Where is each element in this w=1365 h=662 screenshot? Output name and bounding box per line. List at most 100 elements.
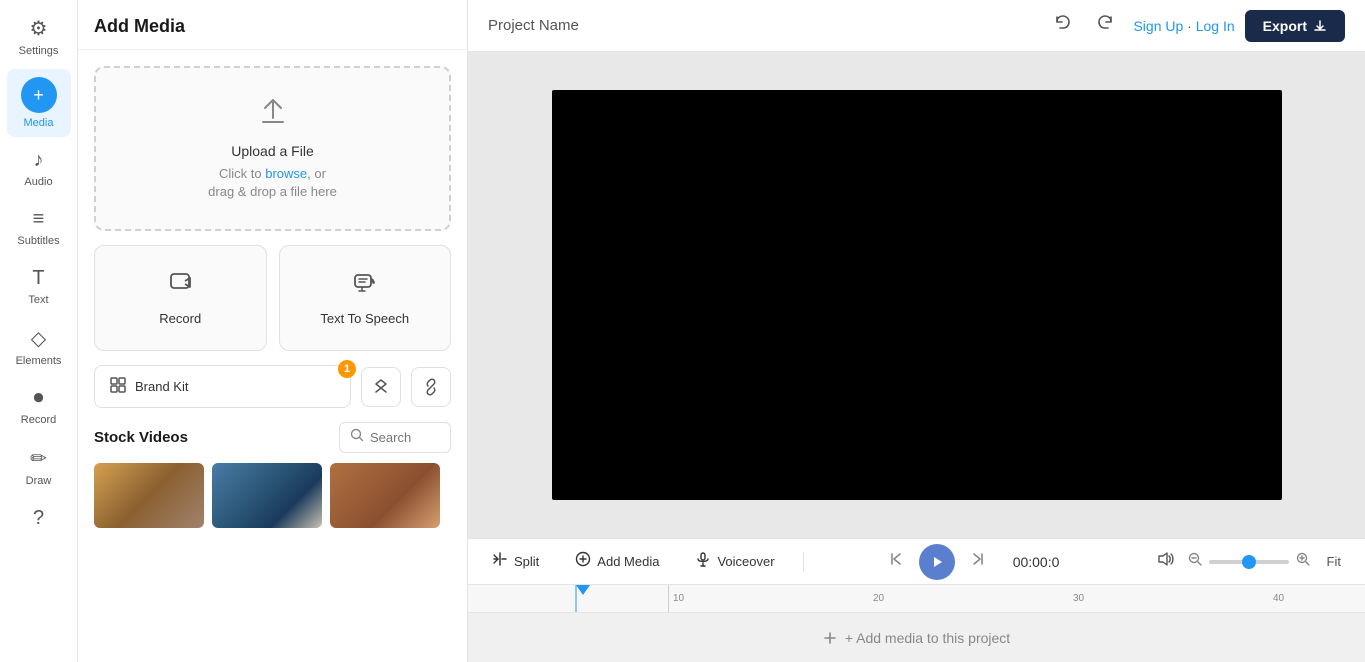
sidebar-item-text[interactable]: T Text — [7, 259, 71, 314]
voiceover-icon — [695, 551, 711, 572]
export-label: Export — [1263, 18, 1307, 34]
timeline-divider — [803, 552, 804, 572]
gear-icon: ⚙ — [30, 16, 48, 41]
project-name[interactable]: Project Name — [488, 17, 579, 34]
add-media-strip[interactable]: + Add media to this project — [468, 612, 1365, 662]
zoom-slider-wrap — [1187, 551, 1311, 572]
ruler-mark-30: 30 — [1073, 593, 1084, 604]
stock-videos-header: Stock Videos — [94, 422, 451, 453]
extras-row: Brand Kit 1 — [94, 365, 451, 408]
search-icon — [350, 428, 364, 447]
playback-controls: 00:00:0 — [883, 544, 1071, 580]
add-media-strip-label: + Add media to this project — [845, 630, 1010, 646]
help-icon: ? — [33, 507, 44, 530]
draw-icon: ✏ — [30, 446, 47, 471]
sidebar-item-settings[interactable]: ⚙ Settings — [7, 8, 71, 65]
top-bar-right: Sign Up · Log In Export — [1045, 9, 1345, 42]
sidebar-item-label: Record — [21, 414, 56, 426]
sidebar-item-label: Media — [24, 117, 54, 129]
split-button[interactable]: Split — [484, 547, 547, 576]
panel-content: Upload a File Click to browse, ordrag & … — [78, 50, 467, 662]
subtitles-icon: ≡ — [33, 208, 45, 231]
brand-kit-label: Brand Kit — [135, 379, 188, 394]
skip-back-button[interactable] — [883, 546, 909, 577]
add-media-panel: Add Media Upload a File Click to browse,… — [78, 0, 468, 662]
sidebar-item-media[interactable]: + Media — [7, 69, 71, 137]
ruler-mark-40: 40 — [1273, 593, 1284, 604]
add-media-label: Add Media — [597, 554, 659, 569]
zoom-in-icon[interactable] — [1295, 551, 1311, 572]
upload-icon — [112, 96, 433, 135]
plus-icon: + — [33, 85, 44, 106]
upload-title: Upload a File — [112, 143, 433, 159]
export-button[interactable]: Export — [1245, 10, 1345, 42]
add-media-button[interactable]: Add Media — [567, 547, 667, 576]
stock-videos-section: Stock Videos — [94, 422, 451, 528]
brand-kit-button[interactable]: Brand Kit 1 — [94, 365, 351, 408]
ruler-mark-20: 20 — [873, 593, 884, 604]
auth-links: Sign Up · Log In — [1133, 18, 1234, 34]
ruler-marks: 10 20 30 40 50 60 — [468, 585, 1365, 612]
undo-redo-group — [1045, 9, 1123, 42]
sidebar-item-label: Audio — [24, 176, 52, 188]
sidebar-item-draw[interactable]: ✏ Draw — [7, 438, 71, 495]
search-box[interactable] — [339, 422, 451, 453]
sidebar-item-help[interactable]: ? — [7, 499, 71, 538]
time-display: 00:00:0 — [1001, 554, 1071, 570]
sidebar-item-audio[interactable]: ♪ Audio — [7, 141, 71, 196]
skip-forward-button[interactable] — [965, 546, 991, 577]
sidebar-item-label: Draw — [26, 475, 52, 487]
stock-videos-title: Stock Videos — [94, 429, 188, 446]
link-button[interactable] — [411, 367, 451, 407]
thumbnails-row — [94, 463, 451, 528]
sidebar-item-subtitles[interactable]: ≡ Subtitles — [7, 200, 71, 255]
sidebar-item-label: Subtitles — [17, 235, 59, 247]
record-card-label: Record — [159, 311, 201, 326]
play-button[interactable] — [919, 544, 955, 580]
thumbnail-3[interactable] — [330, 463, 440, 528]
fit-button[interactable]: Fit — [1319, 550, 1349, 573]
dropbox-button[interactable] — [361, 367, 401, 407]
tts-card-label: Text To Speech — [320, 311, 409, 326]
browse-link[interactable]: browse — [265, 166, 307, 181]
record-card-icon — [167, 270, 193, 303]
search-input[interactable] — [370, 430, 440, 445]
split-label: Split — [514, 554, 539, 569]
sidebar-item-label: Text — [28, 294, 48, 306]
preview-canvas — [552, 90, 1282, 500]
thumbnail-1[interactable] — [94, 463, 204, 528]
main-area: Project Name — [468, 0, 1365, 662]
sidebar-item-elements[interactable]: ◇ Elements — [7, 318, 71, 375]
sign-up-link[interactable]: Sign Up — [1133, 18, 1183, 34]
auth-separator: · — [1187, 18, 1196, 34]
redo-button[interactable] — [1087, 9, 1123, 42]
sidebar-item-label: Settings — [19, 45, 59, 57]
ruler-tick-10 — [668, 585, 669, 612]
zoom-slider[interactable] — [1209, 560, 1289, 564]
thumbnail-2[interactable] — [212, 463, 322, 528]
top-bar: Project Name — [468, 0, 1365, 52]
elements-icon: ◇ — [31, 326, 46, 351]
panel-title: Add Media — [78, 0, 467, 50]
volume-button[interactable] — [1151, 545, 1179, 578]
split-icon — [492, 551, 508, 572]
tts-card-icon — [352, 270, 378, 303]
timeline-ruler: 10 20 30 40 50 60 — [468, 584, 1365, 612]
zoom-out-icon[interactable] — [1187, 551, 1203, 572]
sidebar-item-record[interactable]: ⏺ Record — [7, 379, 71, 434]
tts-card[interactable]: Text To Speech — [279, 245, 452, 351]
sidebar: ⚙ Settings + Media ♪ Audio ≡ Subtitles T… — [0, 0, 78, 662]
voiceover-button[interactable]: Voiceover — [687, 547, 782, 576]
ruler-mark-10: 10 — [673, 593, 684, 604]
text-icon: T — [32, 267, 44, 290]
record-card[interactable]: Record — [94, 245, 267, 351]
timeline-bar: Split Add Media — [468, 538, 1365, 584]
log-in-link[interactable]: Log In — [1196, 18, 1235, 34]
preview-area — [468, 52, 1365, 538]
sidebar-item-label: Elements — [16, 355, 62, 367]
undo-button[interactable] — [1045, 9, 1081, 42]
add-media-icon — [575, 551, 591, 572]
upload-area[interactable]: Upload a File Click to browse, ordrag & … — [94, 66, 451, 231]
timeline-right-controls: Fit — [1151, 545, 1349, 578]
voiceover-label: Voiceover — [717, 554, 774, 569]
